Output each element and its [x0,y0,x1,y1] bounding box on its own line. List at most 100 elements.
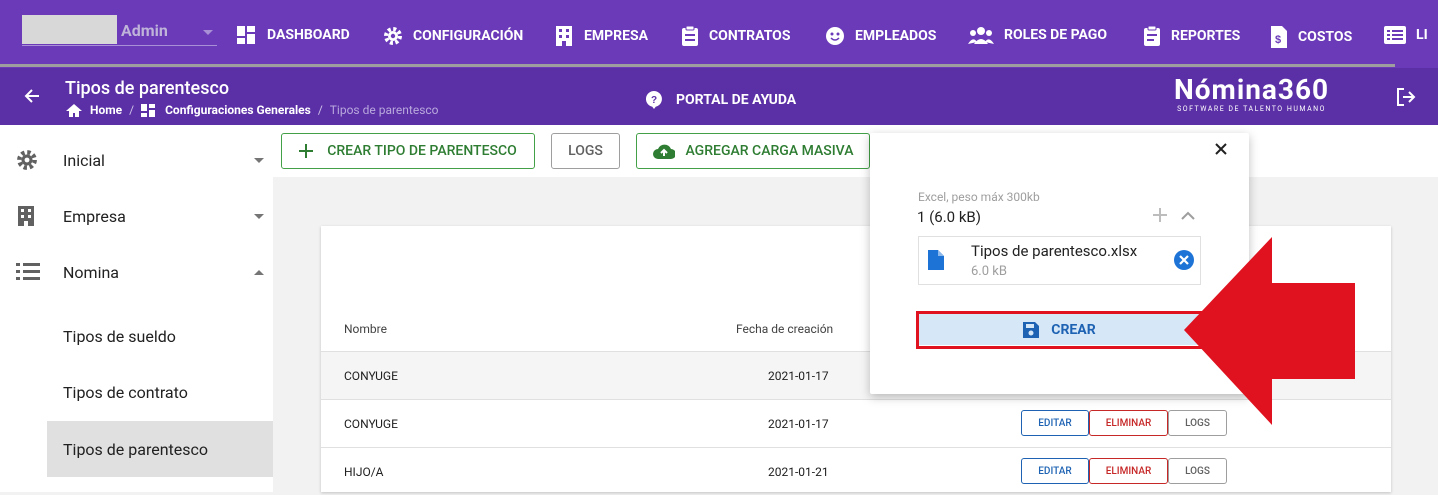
save-icon [1023,321,1040,338]
brand-logo: Nómina360 SOFTWARE DE TALENTO HUMANO [1174,76,1329,114]
logout-icon[interactable] [1396,88,1416,106]
progress-fill [0,64,1395,67]
file-icon [928,250,944,270]
nav-configuracion-label: CONFIGURACIÓN [413,28,524,44]
close-icon[interactable] [1214,142,1228,156]
face-icon [826,27,844,45]
logs-button[interactable]: LOGS [551,133,620,169]
nav-dashboard[interactable]: DASHBOARD [237,26,350,44]
chevron-up-icon [254,269,264,275]
add-file-icon[interactable] [1153,208,1167,222]
home-icon [66,103,82,117]
building-icon [556,26,572,46]
breadcrumb-separator: / [129,103,135,117]
clipboard-icon [682,26,698,46]
help-label: PORTAL DE AYUDA [676,92,797,108]
nav-contratos-label: CONTRATOS [709,28,791,44]
create-kinship-type-button[interactable]: CREAR TIPO DE PARENTESCO [281,133,535,169]
nav-empleados-label: EMPLEADOS [855,28,937,44]
nav-empresa-label: EMPRESA [584,28,649,44]
file-size: 6.0 kB [971,264,1007,279]
svg-text:?: ? [651,95,657,106]
building-icon [18,206,34,226]
help-icon: ? [646,91,662,109]
file-name: Tipos de parentesco.xlsx [971,242,1138,260]
gear-icon [384,27,402,45]
cell-date: 2021-01-17 [768,417,829,431]
sidebar-item-empresa[interactable]: Empresa [0,188,273,244]
nav-configuracion[interactable]: CONFIGURACIÓN [383,26,523,46]
sidebar-item-label: Inicial [63,150,105,170]
user-select-underline [22,45,217,46]
chevron-down-icon [254,157,264,163]
sidebar-item-nomina[interactable]: Nomina [0,244,273,300]
sidebar-subitem-tipos-de-contrato[interactable]: Tipos de contrato [47,364,273,420]
sidebar-item-label: Empresa [63,206,126,226]
breadcrumb-current: Tipos de parentesco [329,103,439,117]
delete-button[interactable]: ELIMINAR [1089,458,1168,484]
nav-li[interactable]: LI [1384,26,1428,44]
list-icon [16,263,40,280]
sidebar-item-inicial[interactable]: Inicial [0,132,273,188]
nav-dashboard-label: DASHBOARD [267,27,350,43]
page-header: Tipos de parentesco Home / Configuracion… [0,68,1438,125]
breadcrumb: Home / Configuraciones Generales / Tipos… [66,103,439,117]
cell-name: CONYUGE [344,369,398,383]
column-header-name[interactable]: Nombre [344,322,387,336]
file-count: 1 (6.0 kB) [917,208,981,226]
plus-icon [299,144,314,158]
nav-empleados[interactable]: EMPLEADOS [825,26,936,46]
table-row[interactable]: HIJO/A 2021-01-21 EDITAR ELIMINAR LOGS [321,447,1391,495]
sidebar-subitem-tipos-de-sueldo[interactable]: Tipos de sueldo [47,308,273,364]
nav-reportes-label: REPORTES [1171,28,1241,44]
nav-reportes[interactable]: REPORTES [1143,26,1240,46]
edit-button[interactable]: EDITAR [1021,458,1089,484]
edit-button[interactable]: EDITAR [1021,410,1089,436]
top-navbar: Admin DASHBOARD CONFIGURACIÓN EMPRESA CO… [0,0,1438,66]
brand-tagline: SOFTWARE DE TALENTO HUMANO [1177,105,1326,113]
sidebar: Inicial Empresa Nomina Tipos de sueldo T… [0,125,273,492]
delete-button[interactable]: ELIMINAR [1089,410,1168,436]
file-item: Tipos de parentesco.xlsx 6.0 kB [918,236,1201,285]
group-icon [968,27,994,44]
bulk-upload-button[interactable]: AGREGAR CARGA MASIVA [636,133,870,169]
cost-icon: $ [1271,26,1287,48]
nav-roles-de-pago[interactable]: ROLES DE PAGO [968,26,1107,44]
list-icon [1384,26,1406,44]
bulk-upload-label: AGREGAR CARGA MASIVA [685,143,854,159]
create-button-label: CREAR TIPO DE PARENTESCO [327,143,517,159]
upload-hint: Excel, peso máx 300kb [918,190,1040,204]
svg-text:$: $ [1275,34,1281,46]
back-arrow-icon[interactable] [24,88,40,104]
sidebar-subitem-tipos-de-parentesco[interactable]: Tipos de parentesco [47,421,273,477]
user-name[interactable]: Admin [121,21,168,40]
column-header-date[interactable]: Fecha de creación [736,322,833,336]
cloud-upload-icon [652,144,675,159]
nav-contratos[interactable]: CONTRATOS [681,26,790,46]
help-portal-link[interactable]: ? PORTAL DE AYUDA [646,91,796,109]
cell-date: 2021-01-21 [768,465,829,479]
row-logs-button[interactable]: LOGS [1168,458,1227,484]
nav-costos[interactable]: $ COSTOS [1270,26,1352,48]
red-arrow-annotation [1184,237,1355,425]
breadcrumb-home[interactable]: Home [90,103,122,117]
dashboard-icon [141,103,156,117]
breadcrumb-separator: / [317,103,323,117]
cell-date: 2021-01-17 [768,369,829,383]
sidebar-item-label: Nomina [63,262,119,282]
nav-empresa[interactable]: EMPRESA [554,26,648,46]
nav-roles-de-pago-label: ROLES DE PAGO [1004,27,1107,43]
submit-create-button[interactable]: CREAR [918,314,1201,345]
submit-label: CREAR [1051,321,1096,338]
user-avatar-placeholder[interactable] [22,15,117,44]
cell-name: CONYUGE [344,417,398,431]
nav-li-label: LI [1416,27,1428,43]
chevron-up-icon[interactable] [1181,211,1195,220]
report-icon [1144,26,1160,46]
page-title: Tipos de parentesco [65,78,230,99]
cell-name: HIJO/A [344,465,384,479]
breadcrumb-configuraciones[interactable]: Configuraciones Generales [165,103,311,117]
dashboard-icon [237,26,255,44]
chevron-down-icon[interactable] [203,30,213,35]
nav-costos-label: COSTOS [1298,29,1353,45]
